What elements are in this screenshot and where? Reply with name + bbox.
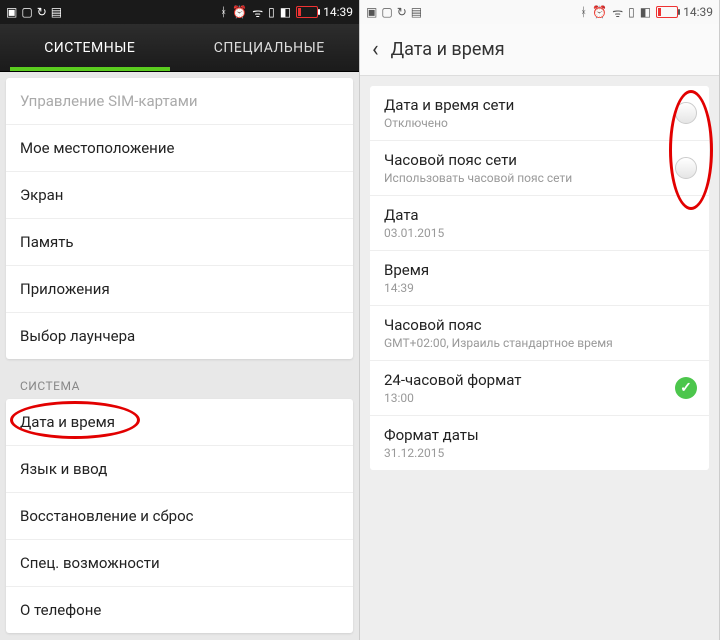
card-datetime: Дата и время сети Отключено Часовой пояс… bbox=[370, 86, 709, 470]
signal-icon: ▯ bbox=[628, 5, 635, 19]
row-accessibility[interactable]: Спец. возможности bbox=[6, 540, 353, 587]
wifi-icon: ᯤ bbox=[612, 4, 623, 21]
phone-right: ▣ ▢ ↻ ▤ ᚼ ⏰ ᯤ ▯ ◧ 14:39 ‹ Дата и время Д… bbox=[360, 0, 720, 640]
signal-icon: ▯ bbox=[268, 5, 275, 19]
settings-list[interactable]: Управление SIM-картами Мое местоположени… bbox=[0, 72, 359, 640]
toggle-off[interactable] bbox=[675, 157, 697, 179]
bluetooth-icon: ᚼ bbox=[580, 5, 587, 19]
row-sub: Использовать часовой пояс сети bbox=[384, 171, 695, 185]
row-label: Формат даты bbox=[384, 426, 695, 444]
alarm-icon: ⏰ bbox=[592, 5, 607, 19]
row-sub: 03.01.2015 bbox=[384, 226, 695, 240]
row-location[interactable]: Мое местоположение bbox=[6, 125, 353, 172]
row-label: Дата и время сети bbox=[384, 96, 695, 114]
row-timezone[interactable]: Часовой пояс GMT+02:00, Израиль стандарт… bbox=[370, 306, 709, 361]
row-net-datetime[interactable]: Дата и время сети Отключено bbox=[370, 86, 709, 141]
tab-special[interactable]: СПЕЦИАЛЬНЫЕ bbox=[180, 24, 360, 71]
tabs: СИСТЕМНЫЕ СПЕЦИАЛЬНЫЕ bbox=[0, 24, 359, 72]
sim-icon: ▤ bbox=[51, 5, 62, 19]
row-backup[interactable]: Восстановление и сброс bbox=[6, 493, 353, 540]
data-icon: ◧ bbox=[280, 5, 291, 19]
refresh-icon: ↻ bbox=[37, 5, 47, 19]
card-group1: Управление SIM-картами Мое местоположени… bbox=[6, 78, 353, 359]
status-time: 14:39 bbox=[323, 5, 353, 19]
datetime-list[interactable]: Дата и время сети Отключено Часовой пояс… bbox=[360, 76, 719, 640]
row-time[interactable]: Время 14:39 bbox=[370, 251, 709, 306]
section-system: СИСТЕМА bbox=[6, 369, 353, 399]
row-launcher[interactable]: Выбор лаунчера bbox=[6, 313, 353, 359]
row-sub: Отключено bbox=[384, 116, 695, 130]
battery-icon bbox=[296, 6, 318, 18]
add-icon: ▣ bbox=[366, 5, 377, 19]
row-about[interactable]: О телефоне bbox=[6, 587, 353, 633]
row-datetime-label: Дата и время bbox=[20, 413, 115, 431]
row-language[interactable]: Язык и ввод bbox=[6, 446, 353, 493]
status-left: ▣ ▢ ↻ ▤ bbox=[6, 5, 62, 19]
wifi-icon: ᯤ bbox=[252, 4, 263, 21]
row-sub: 13:00 bbox=[384, 391, 695, 405]
row-sub: 31.12.2015 bbox=[384, 446, 695, 460]
row-label: Часовой пояс сети bbox=[384, 151, 695, 169]
battery-icon bbox=[656, 6, 678, 18]
status-right: ᚼ ⏰ ᯤ ▯ ◧ 14:39 bbox=[580, 4, 713, 21]
image-icon: ▢ bbox=[381, 5, 392, 19]
toggle-on[interactable]: ✓ bbox=[675, 377, 697, 399]
row-apps[interactable]: Приложения bbox=[6, 266, 353, 313]
status-left: ▣ ▢ ↻ ▤ bbox=[366, 5, 422, 19]
card-group2: Дата и время Язык и ввод Восстановление … bbox=[6, 399, 353, 633]
alarm-icon: ⏰ bbox=[232, 5, 247, 19]
bluetooth-icon: ᚼ bbox=[220, 5, 227, 19]
row-label: Время bbox=[384, 261, 695, 279]
toggle-off[interactable] bbox=[675, 102, 697, 124]
row-dateformat[interactable]: Формат даты 31.12.2015 bbox=[370, 416, 709, 470]
status-bar: ▣ ▢ ↻ ▤ ᚼ ⏰ ᯤ ▯ ◧ 14:39 bbox=[360, 0, 719, 24]
titlebar: ‹ Дата и время bbox=[360, 24, 719, 76]
status-bar: ▣ ▢ ↻ ▤ ᚼ ⏰ ᯤ ▯ ◧ 14:39 bbox=[0, 0, 359, 24]
status-time: 14:39 bbox=[683, 5, 713, 19]
back-icon[interactable]: ‹ bbox=[372, 37, 379, 62]
row-24h[interactable]: 24-часовой формат 13:00 ✓ bbox=[370, 361, 709, 416]
row-net-timezone[interactable]: Часовой пояс сети Использовать часовой п… bbox=[370, 141, 709, 196]
row-sub: 14:39 bbox=[384, 281, 695, 295]
add-icon: ▣ bbox=[6, 5, 17, 19]
row-date[interactable]: Дата 03.01.2015 bbox=[370, 196, 709, 251]
phone-left: ▣ ▢ ↻ ▤ ᚼ ⏰ ᯤ ▯ ◧ 14:39 СИСТЕМНЫЕ СПЕЦИА… bbox=[0, 0, 360, 640]
row-label: Часовой пояс bbox=[384, 316, 695, 334]
row-label: 24-часовой формат bbox=[384, 371, 695, 389]
row-datetime[interactable]: Дата и время bbox=[6, 399, 353, 446]
data-icon: ◧ bbox=[640, 5, 651, 19]
row-sim[interactable]: Управление SIM-картами bbox=[6, 78, 353, 125]
refresh-icon: ↻ bbox=[397, 5, 407, 19]
sim-icon: ▤ bbox=[411, 5, 422, 19]
image-icon: ▢ bbox=[21, 5, 32, 19]
row-label: Дата bbox=[384, 206, 695, 224]
row-display[interactable]: Экран bbox=[6, 172, 353, 219]
page-title: Дата и время bbox=[391, 39, 505, 60]
tab-system[interactable]: СИСТЕМНЫЕ bbox=[0, 24, 180, 71]
status-right: ᚼ ⏰ ᯤ ▯ ◧ 14:39 bbox=[220, 4, 353, 21]
row-sub: GMT+02:00, Израиль стандартное время bbox=[384, 336, 695, 350]
row-memory[interactable]: Память bbox=[6, 219, 353, 266]
